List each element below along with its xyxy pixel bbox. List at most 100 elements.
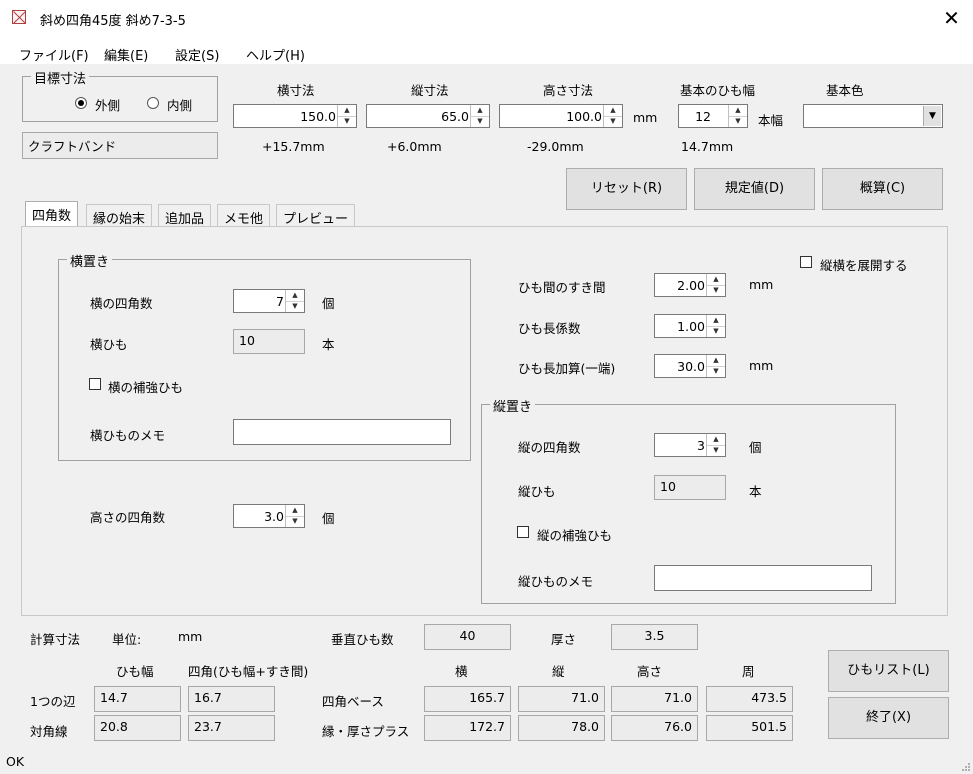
spin-down-icon[interactable]: ▼ xyxy=(286,516,304,527)
base-color-label: 基本色 xyxy=(826,83,864,98)
calc-unit-label: 単位: xyxy=(112,632,142,647)
default-button[interactable]: 規定値(D) xyxy=(694,168,815,210)
spin-down-icon[interactable]: ▼ xyxy=(707,366,725,377)
tate-reinforce-label: 縦の補強ひも xyxy=(537,528,613,543)
base-tate-field[interactable]: 71.0 xyxy=(518,686,605,712)
yoko-count-unit: 個 xyxy=(322,296,335,311)
tab-additions[interactable]: 追加品 xyxy=(158,204,212,227)
add-label: ひも長加算(一端) xyxy=(518,361,616,376)
tab-squares[interactable]: 四角数 xyxy=(25,201,79,227)
yoko-reinforce-label: 横の補強ひも xyxy=(108,380,184,395)
band-width-mm: 14.7mm xyxy=(681,139,734,154)
height-count-label: 高さの四角数 xyxy=(90,510,166,525)
base-perim-field[interactable]: 473.5 xyxy=(706,686,793,712)
calc-unit-value: mm xyxy=(178,629,203,644)
thickness-label: 厚さ xyxy=(551,632,577,647)
resize-grip-icon[interactable] xyxy=(961,762,971,772)
side-himo-field[interactable]: 14.7 xyxy=(94,686,181,712)
yoko-reinforce-checkbox[interactable] xyxy=(89,378,101,390)
spin-down-icon[interactable]: ▼ xyxy=(707,326,725,337)
height-count-unit: 個 xyxy=(322,511,335,526)
spin-down-icon[interactable]: ▼ xyxy=(707,445,725,456)
menu-file[interactable]: ファイル(F) xyxy=(19,45,89,64)
status-bar: OK xyxy=(0,752,973,774)
height-count-value: 3.0 xyxy=(264,509,284,524)
plus-perim-field[interactable]: 501.5 xyxy=(706,715,793,741)
add-stepper[interactable]: 30.0 ▲ ▼ xyxy=(654,354,726,378)
expand-label: 縦横を展開する xyxy=(820,258,908,273)
tab-preview[interactable]: プレビュー xyxy=(276,204,356,227)
band-width-stepper[interactable]: 12 ▲ ▼ xyxy=(678,104,748,128)
himo-list-button[interactable]: ひもリスト(L) xyxy=(828,650,949,692)
spin-down-icon[interactable]: ▼ xyxy=(729,116,747,127)
yoko-count-label: 横の四角数 xyxy=(90,296,153,311)
yoko-himo-field[interactable]: 10 xyxy=(233,329,305,354)
estimate-button[interactable]: 概算(C) xyxy=(822,168,943,210)
depth-diff: +6.0mm xyxy=(387,139,442,154)
tate-himo-unit: 本 xyxy=(749,484,762,499)
plus-tate-field[interactable]: 78.0 xyxy=(518,715,605,741)
gap-value: 2.00 xyxy=(677,278,705,293)
thickness-field[interactable]: 3.5 xyxy=(611,624,698,650)
row-side-label: 1つの辺 xyxy=(30,694,76,709)
vertical-count-field[interactable]: 40 xyxy=(424,624,511,650)
side-square-field[interactable]: 16.7 xyxy=(188,686,275,712)
width-value: 150.0 xyxy=(300,109,336,124)
diagonal-himo-field[interactable]: 20.8 xyxy=(94,715,181,741)
plus-row-label: 縁・厚さプラス xyxy=(322,724,410,739)
inner-radio[interactable] xyxy=(147,97,159,109)
title-bar: 斜め四角45度 斜め7-3-5 ✕ xyxy=(0,0,973,39)
yoko-group-title: 横置き xyxy=(67,251,113,270)
chevron-down-icon[interactable]: ▼ xyxy=(923,106,941,126)
height-stepper[interactable]: 100.0 ▲ ▼ xyxy=(499,104,623,128)
band-width-value: 12 xyxy=(695,109,711,124)
spin-down-icon[interactable]: ▼ xyxy=(707,285,725,296)
menu-edit[interactable]: 編集(E) xyxy=(104,45,148,64)
plus-yoko-field[interactable]: 172.7 xyxy=(424,715,511,741)
calc-title: 計算寸法 xyxy=(30,632,81,647)
exit-button[interactable]: 終了(X) xyxy=(828,697,949,739)
yoko-count-stepper[interactable]: 7 ▲ ▼ xyxy=(233,289,305,313)
coef-label: ひも長係数 xyxy=(518,321,581,336)
spin-down-icon[interactable]: ▼ xyxy=(338,116,356,127)
width-stepper[interactable]: 150.0 ▲ ▼ xyxy=(233,104,357,128)
yoko-count-value: 7 xyxy=(276,294,284,309)
tate-count-unit: 個 xyxy=(749,440,762,455)
spin-down-icon[interactable]: ▼ xyxy=(604,116,622,127)
tate-count-stepper[interactable]: 3 ▲ ▼ xyxy=(654,433,726,457)
tate-memo-label: 縦ひものメモ xyxy=(518,574,594,589)
base-row-label: 四角ベース xyxy=(322,694,384,709)
coef-value: 1.00 xyxy=(677,319,705,334)
tab-memo[interactable]: メモ他 xyxy=(217,204,271,227)
app-icon xyxy=(12,10,26,24)
tab-edge[interactable]: 縁の始末 xyxy=(86,204,153,227)
tate-reinforce-checkbox[interactable] xyxy=(517,526,529,538)
diagonal-square-field[interactable]: 23.7 xyxy=(188,715,275,741)
yoko-memo-label: 横ひものメモ xyxy=(90,428,166,443)
yoko-memo-input[interactable] xyxy=(233,419,451,445)
depth-stepper[interactable]: 65.0 ▲ ▼ xyxy=(366,104,490,128)
reset-button[interactable]: リセット(R) xyxy=(566,168,687,210)
tate-himo-field[interactable]: 10 xyxy=(654,475,726,500)
target-dimension-group: 目標寸法 外側 内側 xyxy=(22,68,218,122)
menu-help[interactable]: ヘルプ(H) xyxy=(246,45,305,64)
base-color-select[interactable]: ▼ xyxy=(803,104,943,128)
col-square-header: 四角(ひも幅+すき間) xyxy=(188,664,309,679)
base-height-field[interactable]: 71.0 xyxy=(611,686,698,712)
base-yoko-field[interactable]: 165.7 xyxy=(424,686,511,712)
col-tate-header: 縦 xyxy=(552,664,565,679)
gap-stepper[interactable]: 2.00 ▲ ▼ xyxy=(654,273,726,297)
close-button[interactable]: ✕ xyxy=(930,0,973,38)
menu-settings[interactable]: 設定(S) xyxy=(175,45,219,64)
outer-radio[interactable] xyxy=(75,97,87,109)
coef-stepper[interactable]: 1.00 ▲ ▼ xyxy=(654,314,726,338)
gap-label: ひも間のすき間 xyxy=(518,280,606,295)
plus-height-field[interactable]: 76.0 xyxy=(611,715,698,741)
spin-down-icon[interactable]: ▼ xyxy=(471,116,489,127)
col-height-header: 高さ xyxy=(637,664,663,679)
band-name-field[interactable]: クラフトバンド xyxy=(22,132,218,159)
expand-checkbox[interactable] xyxy=(800,256,812,268)
height-count-stepper[interactable]: 3.0 ▲ ▼ xyxy=(233,504,305,528)
spin-down-icon[interactable]: ▼ xyxy=(286,301,304,312)
tate-memo-input[interactable] xyxy=(654,565,872,591)
